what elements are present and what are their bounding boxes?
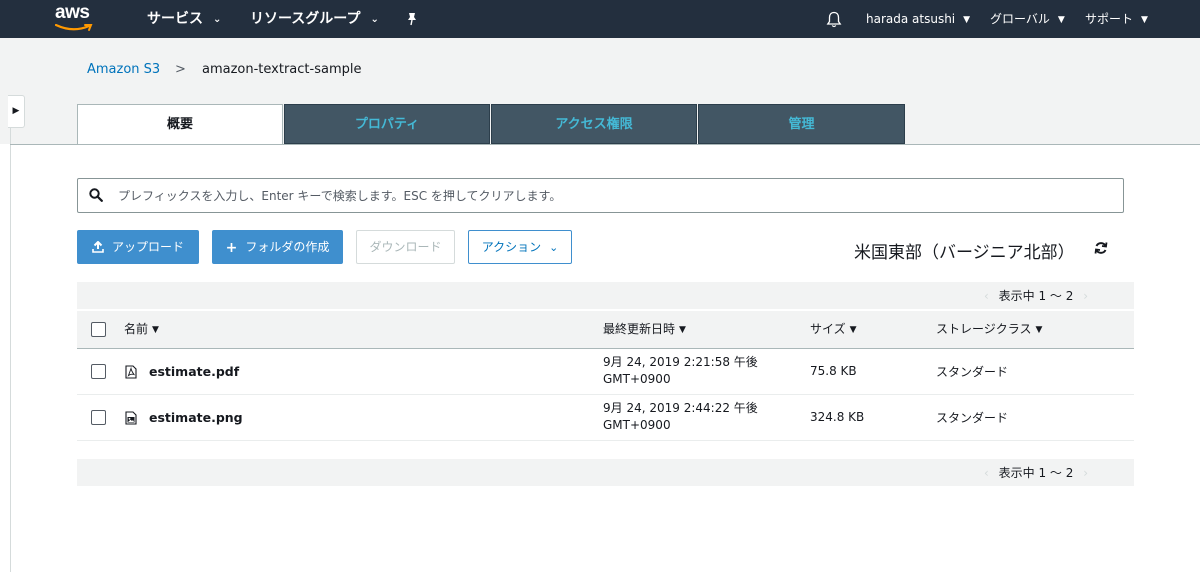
column-size[interactable]: サイズ ▼ (810, 311, 857, 349)
chevron-left-icon[interactable]: ‹ (984, 289, 989, 303)
sort-down-icon: ▼ (849, 325, 857, 335)
resource-groups-menu[interactable]: リソースグループ ⌄ (250, 0, 379, 38)
modified-date: 9月 24, 2019 2:44:22 午後 GMT+0900 (603, 400, 758, 434)
chevron-down-icon: ▼ (1057, 15, 1065, 25)
column-size-label: サイズ (810, 322, 846, 336)
create-folder-button[interactable]: + フォルダの作成 (212, 230, 343, 264)
aws-logo[interactable]: aws (55, 0, 99, 38)
modified-date: 9月 24, 2019 2:21:58 午後 GMT+0900 (603, 354, 758, 388)
pdf-file-icon (125, 365, 137, 379)
user-menu[interactable]: harada atsushi ▼ (866, 0, 970, 38)
chevron-right-icon[interactable]: › (1083, 466, 1088, 480)
file-size: 75.8 KB (810, 364, 857, 378)
modified-date-line2: GMT+0900 (603, 372, 671, 386)
services-menu[interactable]: サービス ⌄ (147, 0, 221, 38)
actions-label: アクション (481, 240, 542, 254)
row-checkbox[interactable] (91, 364, 106, 379)
column-storage-class-label: ストレージクラス (936, 322, 1032, 336)
bell-icon[interactable] (826, 0, 842, 38)
breadcrumb-separator: > (175, 62, 186, 77)
storage-class: スタンダード (936, 411, 1009, 425)
chevron-down-icon: ⌄ (213, 14, 222, 25)
support-menu[interactable]: サポート ▼ (1085, 0, 1148, 38)
region-label: 米国東部（バージニア北部） (854, 243, 1075, 263)
plus-icon: + (225, 240, 238, 256)
tab-properties[interactable]: プロパティ (284, 104, 490, 144)
refresh-icon[interactable] (1094, 241, 1108, 259)
sidebar-divider (10, 128, 11, 572)
create-folder-label: フォルダの作成 (245, 240, 330, 254)
pin-icon[interactable] (406, 0, 418, 38)
pager-text: 表示中 1 〜 2 (998, 289, 1074, 303)
column-storage-class[interactable]: ストレージクラス ▼ (936, 311, 1042, 349)
modified-date-line2: GMT+0900 (603, 418, 671, 432)
row-checkbox[interactable] (91, 410, 106, 425)
pager-text: 表示中 1 〜 2 (998, 466, 1074, 480)
upload-button[interactable]: アップロード (77, 230, 199, 264)
search-icon (89, 188, 103, 202)
breadcrumb: Amazon S3 > amazon-textract-sample (87, 62, 361, 77)
chevron-left-icon[interactable]: ‹ (984, 466, 989, 480)
sort-down-icon: ▼ (152, 325, 159, 335)
select-all-checkbox[interactable] (91, 322, 106, 337)
region-menu[interactable]: グローバル ▼ (990, 0, 1065, 38)
chevron-down-icon: ▼ (963, 15, 971, 25)
tab-overview[interactable]: 概要 (77, 104, 283, 145)
pagination-bottom: ‹ 表示中 1 〜 2 › (77, 459, 1134, 486)
upload-label: アップロード (111, 240, 184, 254)
search-input[interactable] (118, 185, 1098, 207)
chevron-down-icon: ⌄ (370, 14, 379, 25)
sort-down-icon: ▼ (1035, 325, 1043, 335)
chevron-down-icon: ⌄ (549, 241, 559, 254)
table-row[interactable]: estimate.png 9月 24, 2019 2:44:22 午後 GMT+… (77, 395, 1134, 441)
breadcrumb-root-link[interactable]: Amazon S3 (87, 62, 160, 77)
column-name-label: 名前 (124, 322, 149, 336)
tab-management[interactable]: 管理 (698, 104, 905, 144)
pagination-top: ‹ 表示中 1 〜 2 › (77, 282, 1134, 309)
column-modified-label: 最終更新日時 (603, 322, 676, 336)
chevron-down-icon: ▼ (1141, 15, 1148, 25)
file-name-link[interactable]: estimate.png (149, 410, 243, 425)
top-nav: aws サービス ⌄ リソースグループ ⌄ harada atsushi ▼ グローバ… (0, 0, 1200, 38)
file-size: 324.8 KB (810, 410, 865, 424)
resource-groups-label: リソースグループ (250, 11, 361, 27)
download-button[interactable]: ダウンロード (356, 230, 455, 264)
sort-down-icon: ▼ (679, 325, 686, 335)
chevron-right-icon[interactable]: › (1083, 289, 1088, 303)
user-name: harada atsushi (866, 12, 956, 26)
support-label: サポート (1085, 12, 1134, 26)
upload-icon (92, 232, 104, 264)
modified-date-line1: 9月 24, 2019 2:21:58 午後 (603, 355, 758, 369)
tab-permissions[interactable]: アクセス権限 (491, 104, 697, 144)
column-name[interactable]: 名前 ▼ (124, 311, 159, 349)
search-box (77, 178, 1124, 213)
services-label: サービス (147, 11, 203, 27)
breadcrumb-current: amazon-textract-sample (202, 62, 362, 77)
actions-dropdown[interactable]: アクション ⌄ (468, 230, 572, 264)
sidebar-toggle[interactable]: ▶ (8, 95, 25, 128)
chevron-right-icon: ▶ (12, 106, 20, 116)
aws-smile-icon (55, 24, 93, 31)
image-file-icon (125, 411, 137, 425)
storage-class: スタンダード (936, 365, 1009, 379)
tabs-divider (10, 144, 1200, 145)
file-name-link[interactable]: estimate.pdf (149, 364, 239, 379)
table-header: 名前 ▼ 最終更新日時 ▼ サイズ ▼ ストレージクラス ▼ (77, 311, 1134, 349)
region-name: グローバル (990, 12, 1050, 26)
modified-date-line1: 9月 24, 2019 2:44:22 午後 (603, 401, 758, 415)
column-modified[interactable]: 最終更新日時 ▼ (603, 311, 686, 349)
table-row[interactable]: estimate.pdf 9月 24, 2019 2:21:58 午後 GMT+… (77, 349, 1134, 395)
